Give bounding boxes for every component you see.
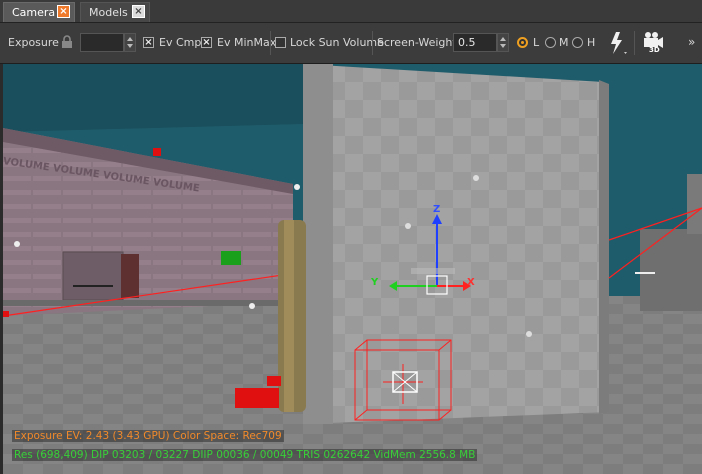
- lod-medium-radio[interactable]: [545, 37, 556, 48]
- close-icon[interactable]: ×: [132, 5, 145, 18]
- scene-render: [3, 64, 702, 474]
- tab-models[interactable]: Models ×: [80, 2, 150, 22]
- camera-toolbar: Exposure × Ev Cmp × Ev MinMax Lock Sun V…: [0, 23, 702, 64]
- exposure-status: Exposure EV: 2.43 (3.43 GPU) Color Space…: [12, 430, 284, 442]
- lod-high-label: H: [587, 36, 596, 49]
- screen-weight-stepper[interactable]: [497, 33, 509, 52]
- ev-minmax-label: Ev MinMax: [217, 36, 277, 49]
- exposure-input[interactable]: [80, 33, 124, 52]
- tab-models-label: Models: [89, 6, 128, 19]
- screen-weight-label: Screen-Weight: [377, 36, 457, 49]
- ev-cmp-checkbox[interactable]: ×: [143, 37, 154, 48]
- exposure-stepper[interactable]: [124, 33, 136, 52]
- lod-low-label: L: [533, 36, 540, 49]
- ev-minmax-checkbox[interactable]: ×: [201, 37, 212, 48]
- toolbar-divider: [634, 31, 635, 55]
- tab-camera-label: Camera: [12, 6, 56, 19]
- toolbar-overflow-button[interactable]: »: [688, 35, 695, 49]
- lock-sun-checkbox[interactable]: [275, 37, 286, 48]
- axis-x-label: X: [467, 277, 475, 288]
- lod-high-radio[interactable]: [572, 37, 583, 48]
- screen-weight-input[interactable]: 0.5: [453, 33, 497, 52]
- tab-camera[interactable]: Camera ×: [3, 2, 75, 22]
- lod-medium-label: M: [559, 36, 569, 49]
- exposure-label: Exposure: [8, 36, 59, 49]
- lock-sun-label: Lock Sun Volume: [290, 36, 384, 49]
- camera-mode-badge: 3D: [649, 46, 660, 54]
- close-icon[interactable]: ×: [57, 5, 70, 18]
- axis-y-label: Y: [371, 277, 379, 288]
- tab-bar: Camera × Models ×: [0, 0, 702, 23]
- axis-z-label: Z: [433, 204, 441, 215]
- ev-cmp-label: Ev Cmp: [159, 36, 202, 49]
- toolbar-divider: [372, 31, 373, 55]
- lock-icon[interactable]: [61, 35, 73, 49]
- lod-low-radio[interactable]: [517, 37, 528, 48]
- toolbar-divider: [270, 31, 271, 55]
- 3d-viewport[interactable]: Z Y X VOLUME VOLUME VOLUME VOLUME: [3, 64, 702, 474]
- render-stats: Res (698,409) DIP 03203 / 03227 DIIP 000…: [12, 449, 478, 461]
- camera-mode-button[interactable]: 3D: [640, 29, 666, 57]
- lightning-icon[interactable]: [605, 29, 631, 57]
